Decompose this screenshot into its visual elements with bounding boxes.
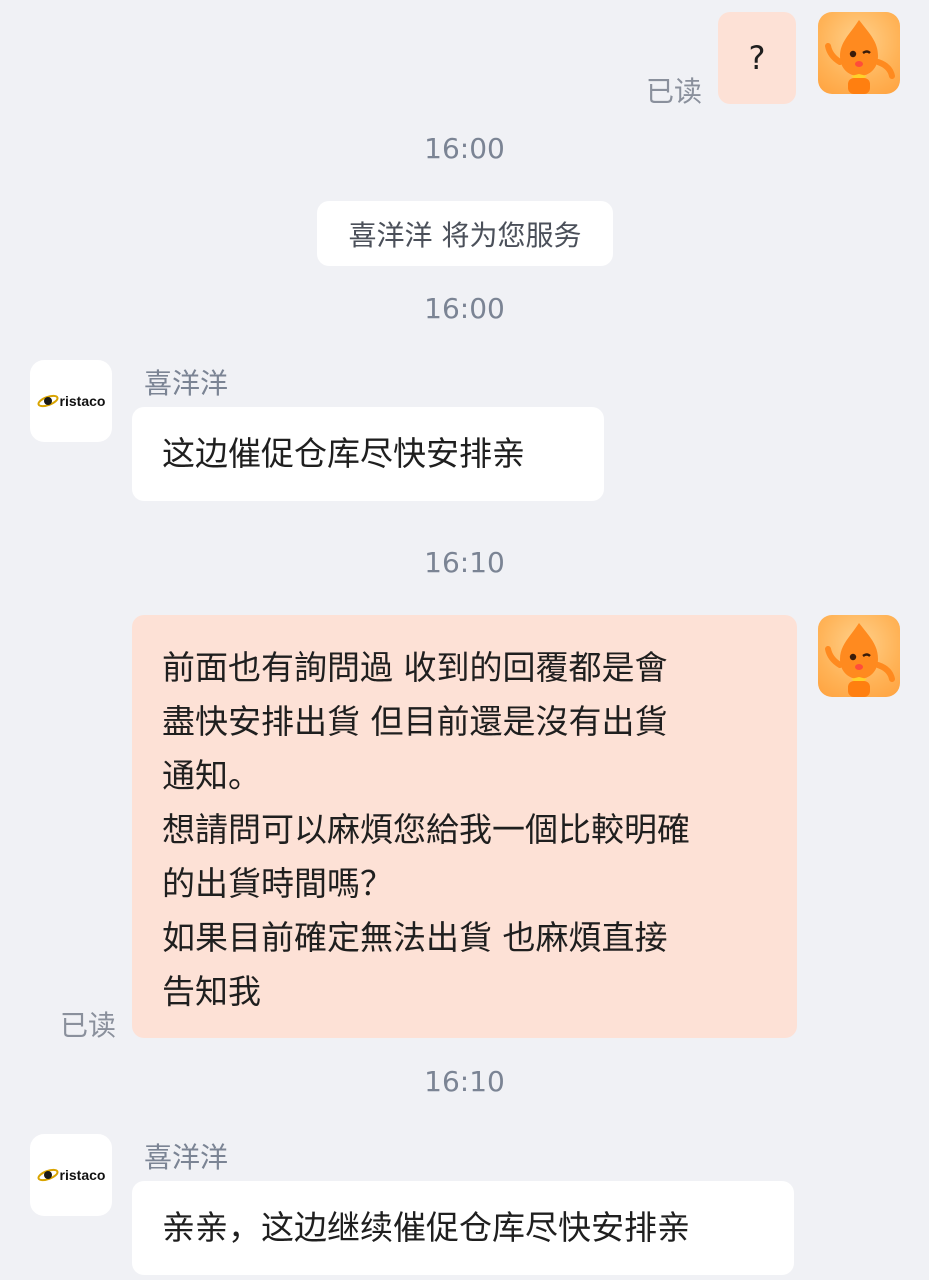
shop-logo: ristaco [37,1167,106,1183]
read-status: 已读 [646,75,703,108]
message-bubble-incoming[interactable]: 这边催促仓库尽快安排亲 [132,407,604,501]
message-text: 亲亲，这边继续催促仓库尽快安排亲 [162,1208,690,1247]
message-bubble-outgoing[interactable]: 前面也有詢問過 收到的回覆都是會 盡快安排出貨 但目前還是沒有出貨 通知。 想請… [132,615,797,1038]
shop-avatar[interactable]: ristaco [30,1134,112,1216]
message-text: 前面也有詢問過 收到的回覆都是會 盡快安排出貨 但目前還是沒有出貨 通知。 想請… [162,648,690,1011]
timestamp: 16:10 [424,546,505,579]
message-text: ? [748,39,766,77]
oristaco-logo-icon [37,394,59,408]
system-notice: 喜洋洋 将为您服务 [317,201,613,266]
message-bubble-outgoing[interactable]: ? [718,12,796,104]
sender-name: 喜洋洋 [144,1141,229,1174]
timestamp: 16:00 [424,132,505,165]
user-avatar[interactable] [818,12,900,94]
system-notice-text: 喜洋洋 将为您服务 [348,218,582,252]
shop-avatar[interactable]: ristaco [30,360,112,442]
shop-logo: ristaco [37,393,106,409]
shop-logo-text: ristaco [59,1167,106,1183]
timestamp: 16:00 [424,292,505,325]
read-status: 已读 [60,1009,117,1042]
timestamp: 16:10 [424,1065,505,1098]
message-bubble-incoming[interactable]: 亲亲，这边继续催促仓库尽快安排亲 [132,1181,794,1275]
message-text: 这边催促仓库尽快安排亲 [162,434,525,473]
mascot-avatar-icon [825,20,895,94]
shop-logo-text: ristaco [59,393,106,409]
mascot-avatar-icon [825,623,895,697]
user-avatar[interactable] [818,615,900,697]
oristaco-logo-icon [37,1168,59,1182]
sender-name: 喜洋洋 [144,367,229,400]
